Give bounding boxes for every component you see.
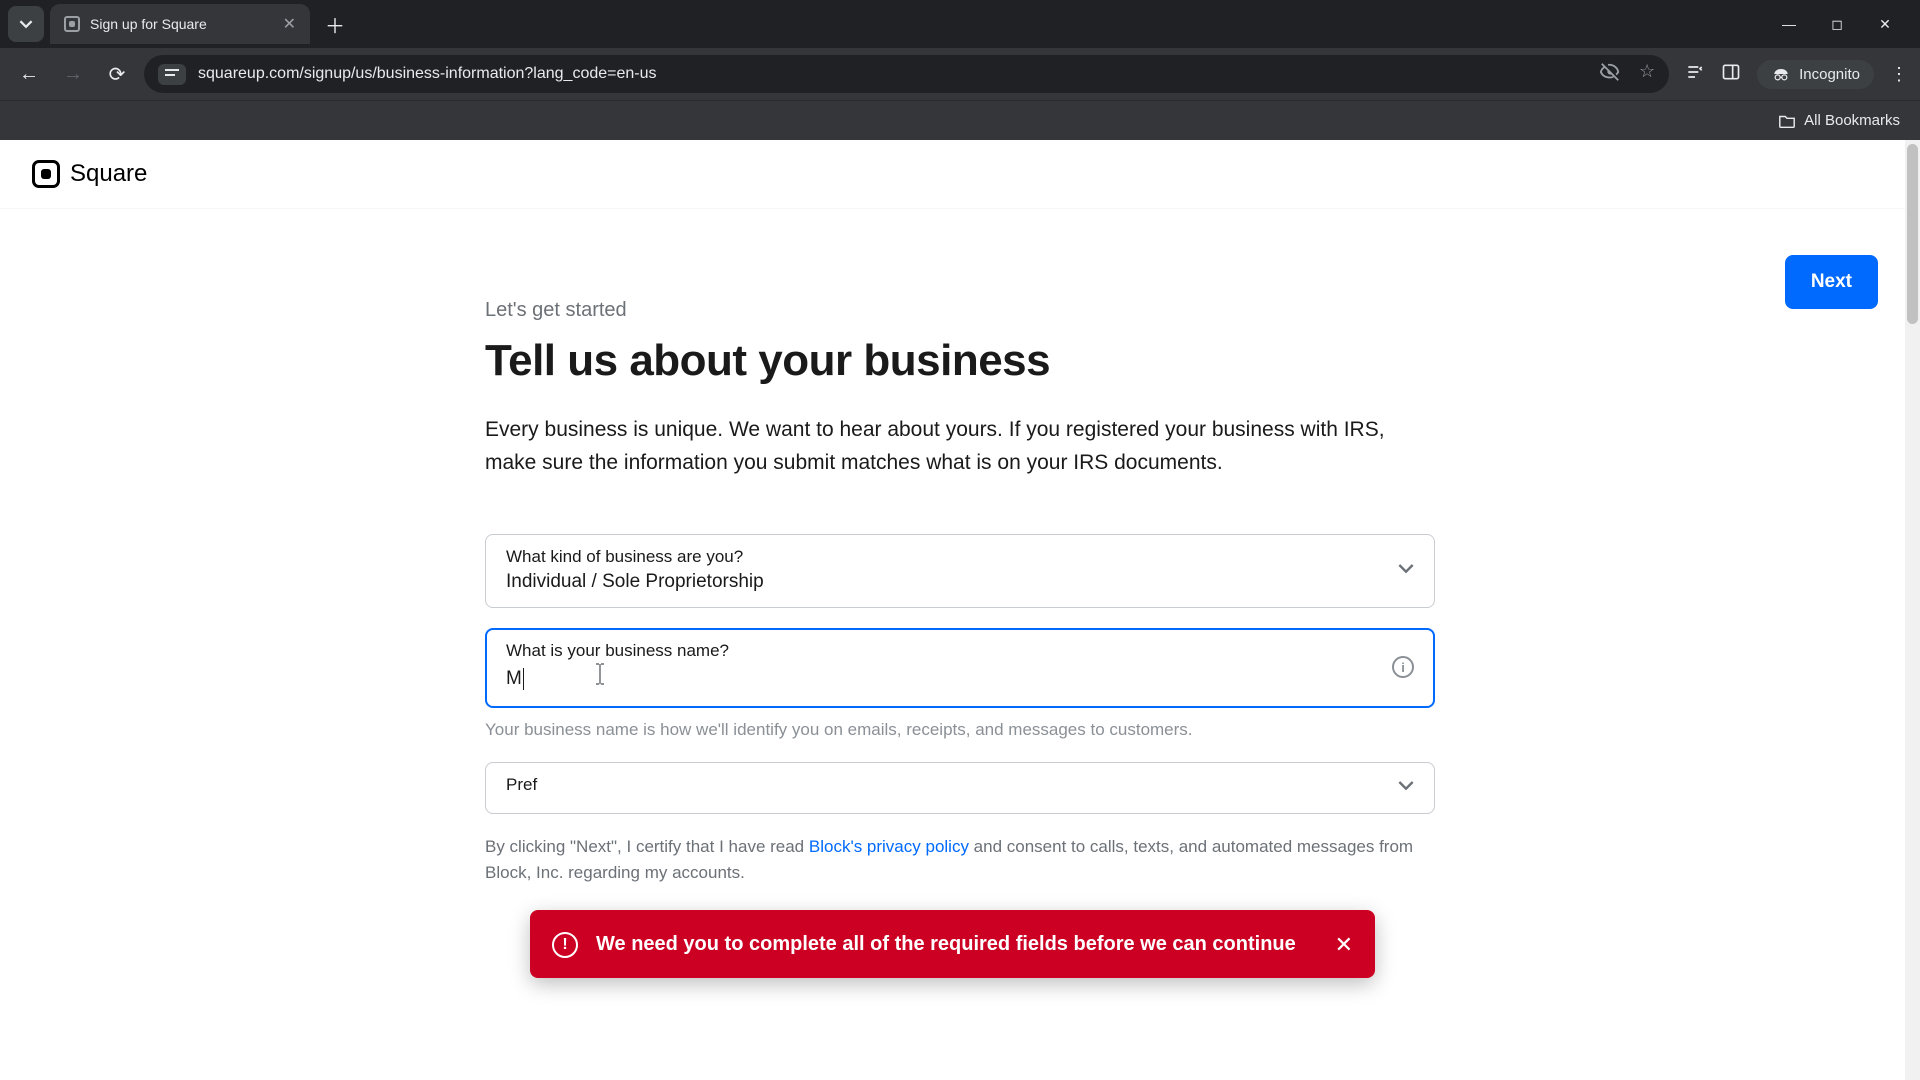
square-logo-text: Square — [70, 160, 147, 188]
form-headline: Tell us about your business — [485, 336, 1435, 386]
business-name-helper: Your business name is how we'll identify… — [485, 720, 1435, 740]
window-controls: ― ◻ ✕ — [1776, 16, 1920, 33]
warning-icon: ! — [552, 932, 578, 958]
incognito-label: Incognito — [1799, 66, 1860, 83]
scrollbar[interactable] — [1905, 140, 1920, 1080]
tab-favicon — [64, 16, 80, 32]
square-logo-icon — [32, 160, 60, 188]
form-kicker: Let's get started — [485, 299, 1435, 322]
browser-tab[interactable]: Sign up for Square ✕ — [50, 4, 310, 44]
minimize-button[interactable]: ― — [1776, 16, 1802, 33]
folder-icon — [1778, 113, 1796, 129]
site-info-icon[interactable] — [158, 64, 186, 85]
tab-title: Sign up for Square — [90, 16, 207, 32]
business-type-select[interactable]: What kind of business are you? Individua… — [485, 534, 1435, 608]
browser-menu-icon[interactable]: ⋮ — [1890, 64, 1908, 85]
chevron-down-icon — [19, 17, 33, 31]
eye-off-icon[interactable] — [1599, 61, 1621, 88]
toolbar-right: Incognito ⋮ — [1679, 60, 1908, 89]
all-bookmarks-label: All Bookmarks — [1804, 112, 1900, 129]
app-header: Square — [0, 140, 1920, 209]
scrollbar-thumb[interactable] — [1907, 144, 1918, 324]
tab-strip: Sign up for Square ✕ ＋ ― ◻ ✕ — [0, 0, 1920, 48]
square-logo[interactable]: Square — [32, 160, 147, 188]
browser-chrome: Sign up for Square ✕ ＋ ― ◻ ✕ ← → ⟳ squar… — [0, 0, 1920, 140]
signup-form: Let's get started Tell us about your bus… — [475, 299, 1445, 887]
error-message: We need you to complete all of the requi… — [596, 930, 1317, 958]
tab-search-button[interactable] — [8, 6, 44, 42]
business-type-label: What kind of business are you? — [506, 547, 1398, 567]
incognito-indicator[interactable]: Incognito — [1757, 60, 1874, 89]
business-name-label: What is your business name? — [506, 641, 1392, 661]
form-intro: Every business is unique. We want to hea… — [485, 414, 1435, 479]
address-bar[interactable]: squareup.com/signup/us/business-informat… — [144, 55, 1669, 93]
chevron-down-icon — [1398, 778, 1414, 797]
maximize-button[interactable]: ◻ — [1824, 16, 1850, 33]
back-button[interactable]: ← — [12, 57, 46, 91]
reading-list-icon[interactable] — [1685, 62, 1705, 87]
browser-toolbar: ← → ⟳ squareup.com/signup/us/business-in… — [0, 48, 1920, 100]
page-content: Square Next Let's get started Tell us ab… — [0, 140, 1920, 1080]
bookmarks-bar: All Bookmarks — [0, 100, 1920, 140]
close-window-button[interactable]: ✕ — [1872, 16, 1898, 33]
info-icon[interactable]: i — [1392, 656, 1414, 678]
url-text: squareup.com/signup/us/business-informat… — [198, 65, 657, 83]
business-name-value: M — [506, 665, 1392, 693]
business-name-input[interactable]: What is your business name? M i — [485, 628, 1435, 708]
forward-button[interactable]: → — [56, 57, 90, 91]
privacy-policy-link[interactable]: Block's privacy policy — [809, 837, 969, 856]
bookmark-star-icon[interactable]: ☆ — [1639, 61, 1655, 88]
new-tab-button[interactable]: ＋ — [320, 9, 350, 39]
side-panel-icon[interactable] — [1721, 62, 1741, 87]
text-caret — [523, 668, 524, 690]
text-cursor-icon — [594, 663, 606, 691]
incognito-icon — [1771, 67, 1791, 81]
preferred-language-label: Pref — [506, 775, 1398, 795]
all-bookmarks-button[interactable]: All Bookmarks — [1778, 112, 1900, 129]
business-type-value: Individual / Sole Proprietorship — [506, 571, 1398, 593]
error-toast: ! We need you to complete all of the req… — [530, 910, 1375, 978]
reload-button[interactable]: ⟳ — [100, 57, 134, 91]
consent-text: By clicking "Next", I certify that I hav… — [485, 834, 1435, 887]
tab-close-icon[interactable]: ✕ — [283, 14, 296, 34]
chevron-down-icon — [1398, 561, 1414, 580]
toast-close-button[interactable]: ✕ — [1335, 932, 1353, 958]
preferred-language-select[interactable]: Pref — [485, 762, 1435, 814]
next-button[interactable]: Next — [1785, 255, 1878, 309]
